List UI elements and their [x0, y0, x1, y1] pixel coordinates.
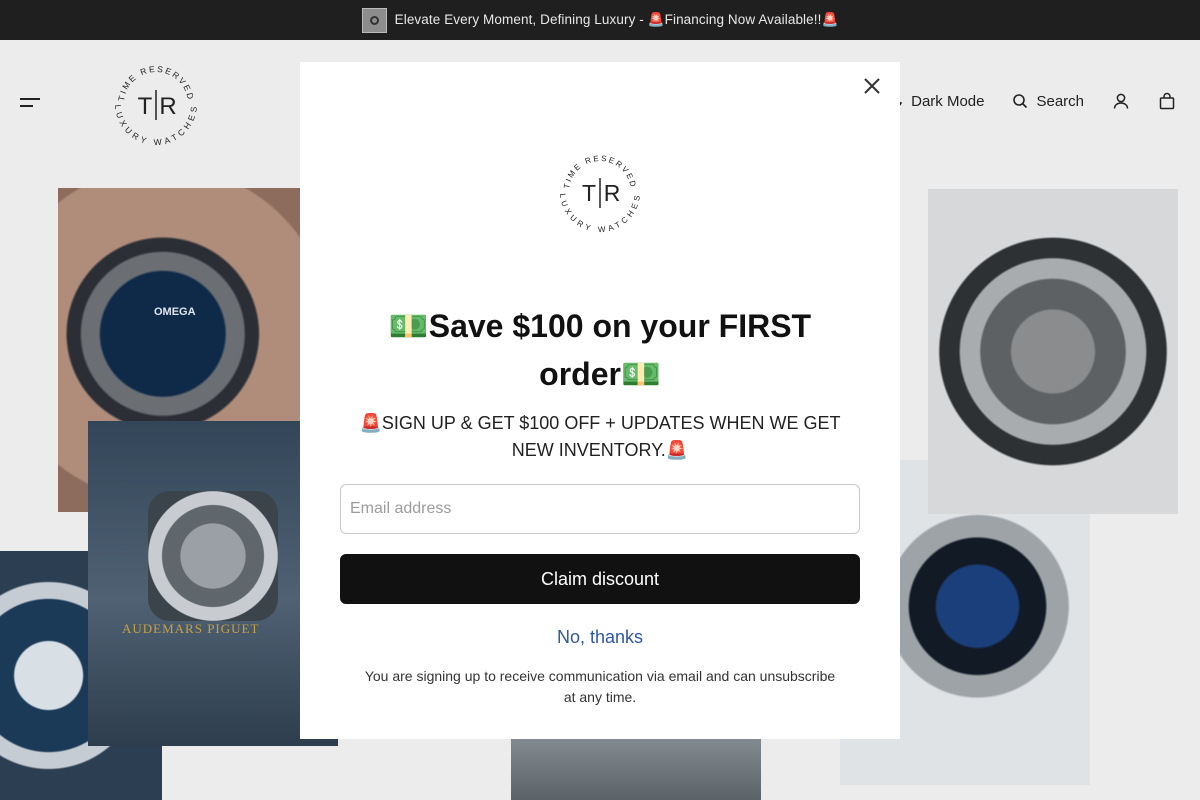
announcement-bar: Elevate Every Moment, Defining Luxury - …: [0, 0, 1200, 40]
modal-logo: TIME RESERVED LUXURY WATCHES T R: [558, 154, 640, 234]
no-thanks-link[interactable]: No, thanks: [500, 624, 700, 651]
email-field[interactable]: [340, 484, 860, 534]
svg-text:R: R: [604, 180, 621, 206]
modal-title: 💵Save $100 on your FIRST order💵: [388, 308, 812, 392]
announcement-text: Elevate Every Moment, Defining Luxury - …: [394, 12, 839, 27]
signup-disclaimer: You are signing up to receive communicat…: [364, 668, 836, 705]
signup-modal: TIME RESERVED LUXURY WATCHES T R 💵Save $…: [300, 62, 900, 739]
close-icon[interactable]: [860, 74, 884, 98]
announcement-thumbnail: [361, 7, 387, 33]
claim-discount-button[interactable]: Claim discount: [340, 554, 860, 604]
modal-subtitle: 🚨SIGN UP & GET $100 OFF + UPDATES WHEN W…: [359, 413, 841, 460]
svg-text:T: T: [582, 180, 596, 206]
